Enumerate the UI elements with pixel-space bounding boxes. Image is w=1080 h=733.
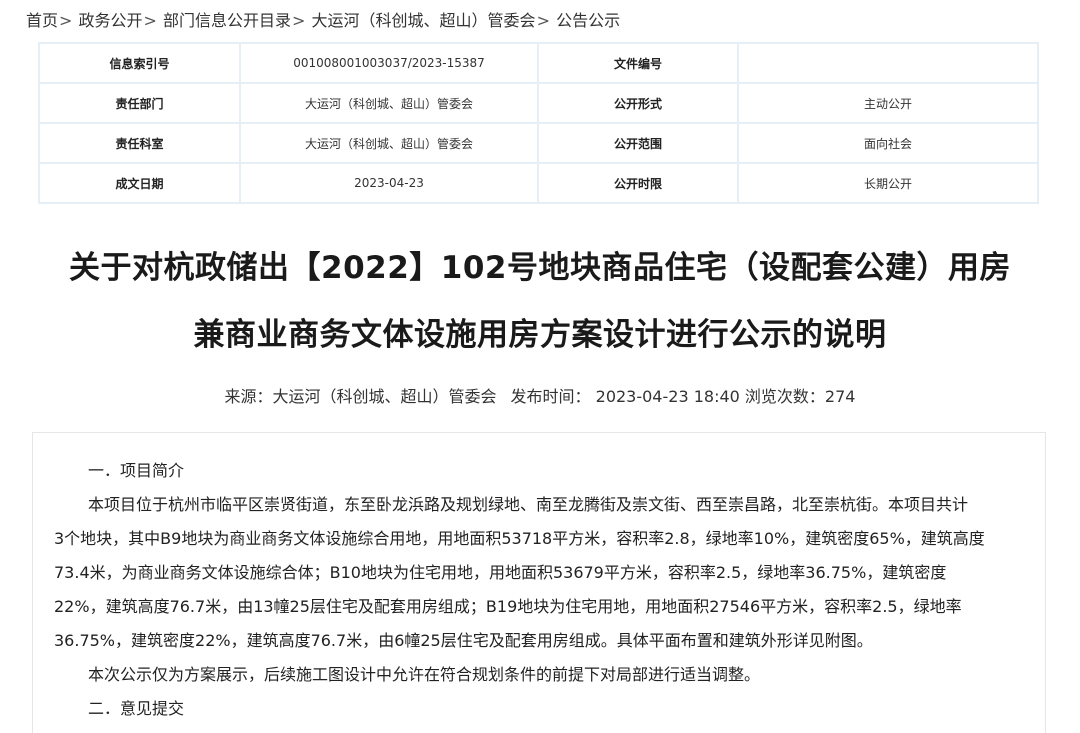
breadcrumb-home-link[interactable]: 首页 (26, 11, 58, 30)
article-title-line-2: 兼商业商务文体设施用房方案设计进行公示的说明 (193, 317, 887, 353)
doc-no-value (737, 42, 1039, 84)
breadcrumb-separator: > (143, 11, 157, 30)
body-line: 22%，建筑高度76.7米，由13幢25层住宅及配套用房组成；B19地块为住宅用… (54, 597, 962, 616)
breadcrumb-gov-affairs-link[interactable]: 政务公开 (79, 11, 143, 30)
article-body: 一．项目简介 本项目位于杭州市临平区崇贤街道，东至卧龙浜路及规划绿地、南至龙腾街… (54, 454, 1024, 726)
period-label: 公开时限 (537, 162, 739, 204)
section-label: 责任科室 (38, 122, 241, 164)
article-source: 来源：大运河（科创城、超山）管委会 (224, 387, 497, 406)
period-value: 长期公开 (737, 162, 1039, 204)
meta-row: 成文日期 2023-04-23 公开时限 长期公开 (38, 162, 1039, 204)
breadcrumb-committee-link[interactable]: 大运河（科创城、超山）管委会 (312, 11, 536, 30)
body-paragraph: 本次公示仅为方案展示，后续施工图设计中允许在符合规划条件的前提下对局部进行适当调… (88, 665, 761, 684)
meta-row: 责任科室 大运河（科创城、超山）管委会 公开范围 面向社会 (38, 122, 1039, 164)
breadcrumb-separator: > (292, 11, 306, 30)
form-value: 主动公开 (737, 82, 1039, 124)
body-line: 本项目位于杭州市临平区崇贤街道，东至卧龙浜路及规划绿地、南至龙腾街及崇文街、西至… (88, 495, 969, 514)
body-line: 73.4米，为商业商务文体设施综合体；B10地块为住宅用地，用地面积53679平… (54, 563, 947, 582)
dept-label: 责任部门 (38, 82, 241, 124)
article-byline: 来源：大运河（科创城、超山）管委会 发布时间： 2023-04-23 18:40 … (0, 383, 1080, 407)
index-no-value: 001008001003037/2023-15387 (239, 42, 539, 84)
breadcrumb-separator: > (59, 11, 73, 30)
article-publish-info: 发布时间： 2023-04-23 18:40 浏览次数：274 (510, 387, 856, 406)
section-value: 大运河（科创城、超山）管委会 (239, 122, 539, 164)
breadcrumb: 首页> 政务公开> 部门信息公开目录> 大运河（科创城、超山）管委会> 公告公示 (26, 8, 620, 34)
article-title-line-1: 关于对杭政储出【2022】102号地块商品住宅（设配套公建）用房 (69, 250, 1011, 286)
date-label: 成文日期 (38, 162, 241, 204)
breadcrumb-dept-catalog-link[interactable]: 部门信息公开目录 (163, 11, 291, 30)
section-heading-intro: 一．项目简介 (88, 461, 185, 480)
dept-value: 大运河（科创城、超山）管委会 (239, 82, 539, 124)
document-meta-table: 信息索引号 001008001003037/2023-15387 文件编号 责任… (38, 42, 1039, 204)
breadcrumb-separator: > (536, 11, 550, 30)
breadcrumb-notices-link[interactable]: 公告公示 (556, 11, 620, 30)
section-heading-feedback: 二．意见提交 (88, 699, 185, 718)
body-line: 36.75%，建筑密度22%，建筑高度76.7米，由6幢25层住宅及配套用房组成… (54, 631, 873, 650)
form-label: 公开形式 (537, 82, 739, 124)
scope-label: 公开范围 (537, 122, 739, 164)
date-value: 2023-04-23 (239, 162, 539, 204)
scope-value: 面向社会 (737, 122, 1039, 164)
meta-row: 责任部门 大运河（科创城、超山）管委会 公开形式 主动公开 (38, 82, 1039, 124)
doc-no-label: 文件编号 (537, 42, 739, 84)
meta-row: 信息索引号 001008001003037/2023-15387 文件编号 (38, 42, 1039, 84)
index-no-label: 信息索引号 (38, 42, 241, 84)
body-line: 3个地块，其中B9地块为商业商务文体设施综合用地，用地面积53718平方米，容积… (54, 529, 985, 548)
